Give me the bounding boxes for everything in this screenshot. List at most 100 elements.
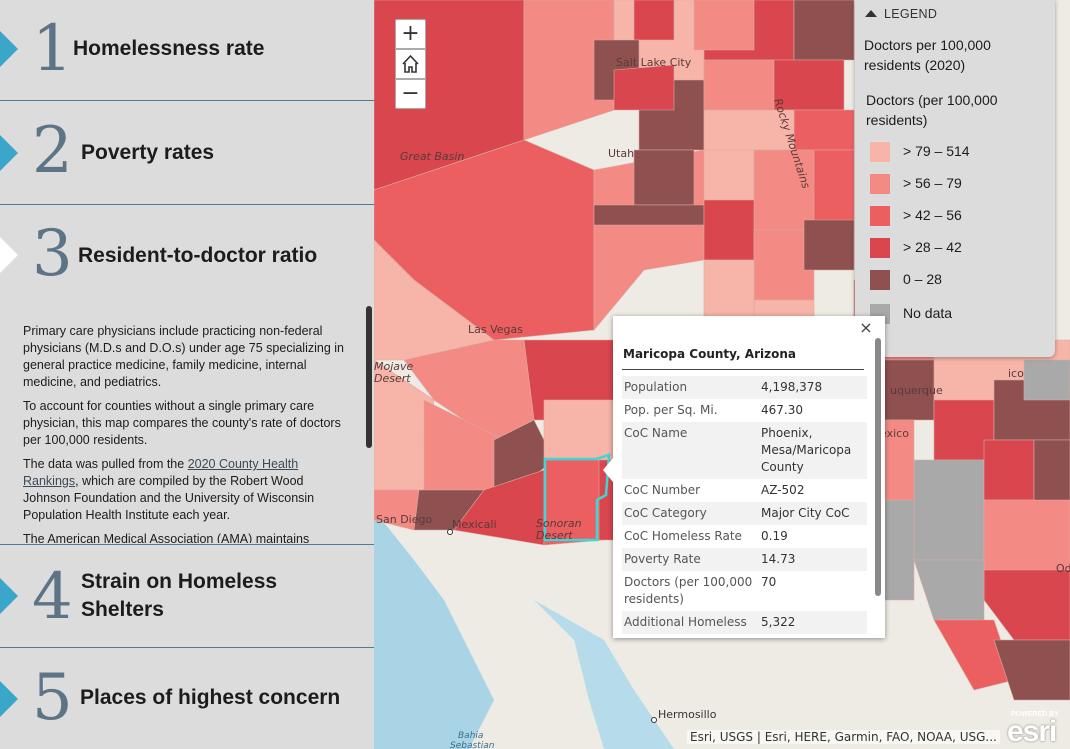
svg-text:Bahia: Bahia <box>458 731 483 741</box>
legend-swatch <box>870 238 890 258</box>
legend-swatch <box>870 142 890 162</box>
section-title: Strain on Homeless Shelters <box>81 570 278 621</box>
legend-toggle[interactable]: LEGEND <box>865 7 937 21</box>
attribute-value: Phoenix, Mesa/Maricopa County <box>761 426 852 474</box>
section-title: Resident-to-doctor ratio <box>78 244 318 267</box>
section-number: 4 <box>32 560 73 634</box>
section-title: Places of highest concern <box>80 686 341 709</box>
feature-popup: × Maricopa County, Arizona Population 4,1… <box>603 316 885 638</box>
attribute-value: 14.73 <box>761 552 796 566</box>
svg-text:Salt Lake City: Salt Lake City <box>616 56 692 69</box>
section-number: 2 <box>32 114 73 188</box>
section-arrow-icon <box>0 135 18 171</box>
legend-field-title: Doctors (per 100,000 residents) <box>866 92 998 128</box>
section-arrow-icon <box>0 31 18 67</box>
attribute-value: AZ-502 <box>761 483 805 497</box>
body-scrollbar[interactable] <box>366 306 373 546</box>
table-row: CoC Category Major City CoC <box>622 502 867 525</box>
esri-logo[interactable]: POWERED BY esri <box>1005 709 1067 748</box>
table-row: Poverty Rate 14.73 <box>622 548 867 571</box>
svg-text:ico: ico <box>1008 367 1024 380</box>
close-icon[interactable]: × <box>857 318 875 338</box>
svg-text:Utah: Utah <box>608 147 634 160</box>
popup-attribute-table: Population 4,198,378 Pop. per Sq. Mi. 467.… <box>622 376 867 638</box>
section-arrow-icon <box>0 681 18 717</box>
popup-divider <box>622 369 864 370</box>
esri-wordmark: esri <box>1007 715 1057 748</box>
attribute-name: CoC Category <box>624 506 707 520</box>
svg-text:Desert: Desert <box>536 529 573 542</box>
legend-layer-title: Doctors per 100,000 residents (2020) <box>864 37 991 73</box>
legend-swatch <box>870 270 890 290</box>
attribute-name: Additional Homeless <box>624 615 747 629</box>
legend-header: LEGEND <box>884 7 938 21</box>
map-legend: LEGEND Doctors per 100,000 residents (20… <box>855 0 1055 357</box>
table-row: CoC Homeless Rate 0.19 <box>622 525 867 548</box>
attribute-name: Poverty Rate <box>624 552 701 566</box>
legend-swatch <box>870 206 890 226</box>
zoom-out-button[interactable]: − <box>395 79 426 109</box>
attribute-name: CoC Homeless Rate <box>624 529 742 543</box>
legend-class-label: > 56 – 79 <box>903 175 962 191</box>
section-places-of-highest-concern[interactable]: 5 Places of highest concern <box>0 648 374 749</box>
map-attribution[interactable]: Esri, USGS | Esri, HERE, Garmin, FAO, NO… <box>687 730 1000 744</box>
attribute-name: CoC Number <box>624 483 701 497</box>
legend-class-label: > 79 – 514 <box>903 143 970 159</box>
section-body-text: Primary care physicians include practici… <box>23 323 348 543</box>
table-row: CoC Number AZ-502 <box>622 479 867 502</box>
body-paragraph: To account for counties without a single… <box>23 399 341 447</box>
svg-text:San Diego: San Diego <box>376 513 432 526</box>
svg-text:Hermosillo: Hermosillo <box>658 708 717 721</box>
section-poverty-rates[interactable]: 2 Poverty rates <box>0 101 374 205</box>
popup-title: Maricopa County, Arizona <box>623 347 796 361</box>
section-title: Homelessness rate <box>73 37 265 60</box>
attribute-value: 0.19 <box>761 529 788 543</box>
chevron-up-icon <box>865 10 877 17</box>
attribute-value: 5,322 <box>761 615 796 629</box>
attribute-name: Population <box>624 380 688 394</box>
section-homelessness-rate[interactable]: 1 Homelessness rate <box>0 0 374 101</box>
attribute-value: 70 <box>761 575 777 589</box>
attribute-value: Major City CoC <box>761 506 850 520</box>
svg-text:Odes: Odes <box>1056 562 1070 575</box>
svg-text:Sebastian: Sebastian <box>450 741 495 749</box>
legend-class-label: 0 – 28 <box>903 271 942 287</box>
body-text: The data was pulled from the <box>23 457 188 471</box>
svg-text:uquerque: uquerque <box>890 384 943 397</box>
section-number: 1 <box>32 12 73 86</box>
story-sidebar: 1 Homelessness rate 2 Poverty rates 3 Re… <box>0 0 374 749</box>
table-row: Doctors (per 100,000 residents) 70 <box>622 571 867 611</box>
attribute-name: CoC Name <box>624 426 688 440</box>
section-number: 3 <box>32 217 73 291</box>
body-paragraph: The data was pulled from the 2020 County… <box>23 456 348 524</box>
popup-pointer <box>603 458 613 482</box>
attribute-value: 4,198,378 <box>761 380 823 394</box>
table-row: Pop. per Sq. Mi. 467.30 <box>622 399 867 422</box>
attribute-value: 467.30 <box>761 403 803 417</box>
svg-text:Las Vegas: Las Vegas <box>468 323 523 336</box>
body-paragraph: Primary care physicians include practici… <box>23 324 344 389</box>
section-arrow-icon <box>0 578 18 614</box>
table-row: CoC Name Phoenix, Mesa/Maricopa County <box>622 422 867 479</box>
attribute-name: Pop. per Sq. Mi. <box>624 403 718 417</box>
attribute-name: Doctors (per 100,000 residents) <box>624 575 753 606</box>
popup-scrollbar[interactable] <box>875 338 881 596</box>
svg-text:Mexicali: Mexicali <box>452 518 497 531</box>
zoom-in-button[interactable]: + <box>395 19 426 49</box>
svg-text:Great Basin: Great Basin <box>400 150 464 163</box>
legend-swatch <box>870 174 890 194</box>
section-resident-to-doctor-ratio[interactable]: 3 Resident-to-doctor ratio Primary care … <box>0 205 374 545</box>
legend-class-label: > 28 – 42 <box>903 239 962 255</box>
map-view[interactable]: Salt Lake City Great Basin Utah Rocky Mo… <box>374 0 1070 749</box>
scrollbar-thumb[interactable] <box>366 306 372 448</box>
home-icon <box>402 54 419 73</box>
body-paragraph: The American Medical Association (AMA) m… <box>23 532 310 543</box>
section-strain-on-homeless-shelters[interactable]: 4 Strain on Homeless Shelters <box>0 545 374 648</box>
section-number: 5 <box>32 661 73 735</box>
legend-class-label: No data <box>903 305 953 321</box>
home-button[interactable] <box>395 49 426 79</box>
table-row: Additional Homeless 5,322 <box>622 611 867 634</box>
legend-class-label: > 42 – 56 <box>903 207 962 223</box>
svg-text:Desert: Desert <box>374 372 411 385</box>
table-row: Population 4,198,378 <box>622 376 867 399</box>
